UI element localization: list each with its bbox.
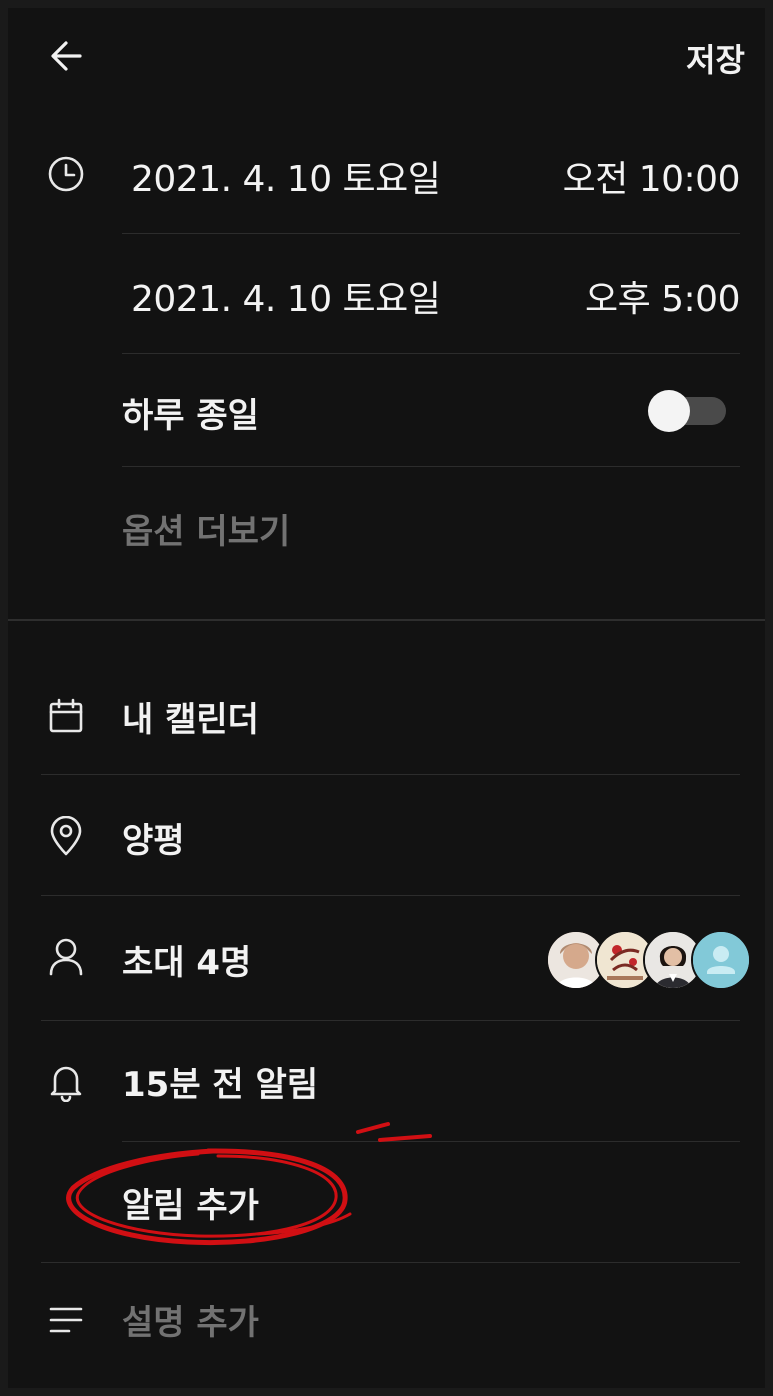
calendar-selector[interactable]: 내 캘린더 bbox=[122, 692, 259, 741]
clock-icon bbox=[46, 154, 86, 194]
end-date[interactable]: 2021. 4. 10 토요일 bbox=[131, 270, 441, 322]
invitees-field[interactable]: 초대 4명 bbox=[122, 935, 251, 984]
divider bbox=[41, 1262, 740, 1263]
alarm-field[interactable]: 15분 전 알림 bbox=[122, 1057, 318, 1106]
arrow-left-icon bbox=[46, 36, 86, 80]
save-button[interactable]: 저장 bbox=[686, 32, 745, 84]
avatar[interactable] bbox=[691, 930, 751, 990]
all-day-label: 하루 종일 bbox=[122, 396, 259, 436]
description-lines-icon bbox=[46, 1302, 86, 1338]
divider bbox=[41, 774, 740, 775]
annotation-circle bbox=[66, 1122, 432, 1246]
location-pin-icon bbox=[46, 816, 86, 858]
divider bbox=[122, 466, 740, 467]
back-button[interactable] bbox=[36, 28, 96, 88]
bell-icon bbox=[46, 1060, 86, 1102]
divider bbox=[41, 1020, 740, 1021]
description-field[interactable]: 설명 추가 bbox=[122, 1295, 259, 1344]
section-divider bbox=[8, 619, 765, 621]
end-time[interactable]: 오후 5:00 bbox=[585, 270, 741, 322]
divider bbox=[41, 895, 740, 896]
divider bbox=[122, 353, 740, 354]
location-field[interactable]: 양평 bbox=[122, 813, 185, 862]
person-icon bbox=[46, 936, 86, 978]
calendar-icon bbox=[46, 696, 86, 736]
more-options-button[interactable]: 옵션 더보기 bbox=[122, 504, 290, 553]
start-time[interactable]: 오전 10:00 bbox=[563, 150, 741, 202]
all-day-toggle[interactable] bbox=[648, 390, 728, 432]
start-date[interactable]: 2021. 4. 10 토요일 bbox=[131, 150, 441, 202]
event-edit-screen: 저장 2021. 4. 10 토요일 오전 10:00 2021. 4. 10 … bbox=[8, 8, 765, 1388]
divider bbox=[122, 233, 740, 234]
toggle-knob bbox=[648, 390, 690, 432]
